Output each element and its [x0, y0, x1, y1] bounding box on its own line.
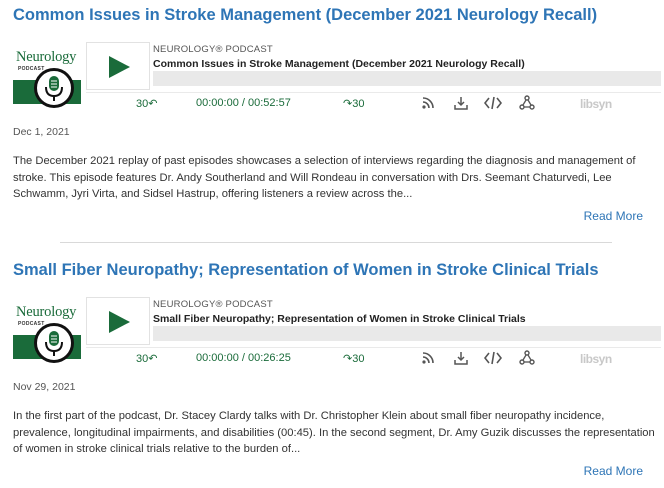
microphone-icon: [34, 323, 74, 363]
embed-code-icon[interactable]: [483, 95, 503, 116]
logo-subtitle: PODCAST: [18, 321, 45, 327]
episode-date: Dec 1, 2021: [13, 126, 70, 138]
forward-30-button[interactable]: ↷30: [343, 352, 364, 365]
episode-title-link[interactable]: Common Issues in Stroke Management (Dece…: [13, 6, 597, 25]
episode-description: In the first part of the podcast, Dr. St…: [13, 410, 655, 455]
episode-date: Nov 29, 2021: [13, 381, 76, 393]
microphone-icon: [34, 68, 74, 108]
forward-30-button[interactable]: ↷30: [343, 97, 364, 110]
read-more-link[interactable]: Read More: [584, 464, 643, 478]
download-icon[interactable]: [453, 95, 469, 116]
rss-icon[interactable]: [421, 350, 435, 371]
download-icon[interactable]: [453, 350, 469, 371]
play-icon: [109, 311, 130, 333]
share-icon[interactable]: [519, 350, 535, 371]
episode-title-link[interactable]: Small Fiber Neuropathy; Representation o…: [13, 261, 599, 280]
player-controls: 30↶ 00:00:00 / 00:26:25 ↷30 libsyn: [86, 347, 661, 372]
time-display: 00:00:00 / 00:26:25: [196, 352, 291, 364]
episode-meta: NEUROLOGY® PODCAST Common Issues in Stro…: [153, 44, 661, 70]
player-controls: 30↶ 00:00:00 / 00:52:57 ↷30 libsyn: [86, 92, 661, 117]
play-button[interactable]: [86, 42, 150, 90]
libsyn-logo[interactable]: libsyn: [580, 352, 612, 366]
player-episode-title: Common Issues in Stroke Management (Dece…: [153, 58, 525, 70]
rss-icon[interactable]: [421, 95, 435, 116]
share-icon[interactable]: [519, 95, 535, 116]
episode-divider: [60, 242, 612, 243]
episode-meta: NEUROLOGY® PODCAST Small Fiber Neuropath…: [153, 299, 661, 325]
play-icon: [109, 56, 130, 78]
show-name: NEUROLOGY® PODCAST: [153, 44, 273, 55]
read-more-link[interactable]: Read More: [584, 209, 643, 223]
time-display: 00:00:00 / 00:52:57: [196, 97, 291, 109]
rewind-30-button[interactable]: 30↶: [136, 352, 157, 365]
logo-text: Neurology: [16, 49, 77, 65]
libsyn-logo[interactable]: libsyn: [580, 97, 612, 111]
episode-description: The December 2021 replay of past episode…: [13, 155, 636, 200]
play-button[interactable]: [86, 297, 150, 345]
player-episode-title: Small Fiber Neuropathy; Representation o…: [153, 313, 526, 325]
embed-code-icon[interactable]: [483, 350, 503, 371]
show-name: NEUROLOGY® PODCAST: [153, 299, 273, 310]
rewind-30-button[interactable]: 30↶: [136, 97, 157, 110]
podcast-logo: Neurology PODCAST: [13, 42, 85, 116]
audio-player: Neurology PODCAST NEUROLOGY® PODCAST Com…: [13, 42, 661, 116]
progress-bar[interactable]: [153, 326, 661, 341]
podcast-logo: Neurology PODCAST: [13, 297, 85, 371]
progress-bar[interactable]: [153, 71, 661, 86]
audio-player: Neurology PODCAST NEUROLOGY® PODCAST Sma…: [13, 297, 661, 371]
logo-text: Neurology: [16, 304, 77, 320]
logo-subtitle: PODCAST: [18, 66, 45, 72]
